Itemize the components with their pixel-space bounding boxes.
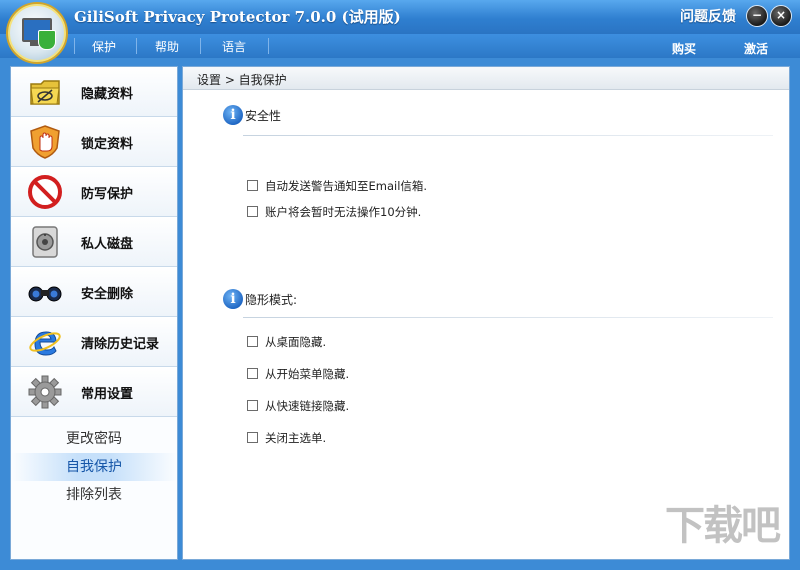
hide-folder-icon [30,80,60,105]
option-label: 关闭主选单. [265,431,327,445]
breadcrumb-bar: 设置 > 自我保护 [183,67,789,90]
option-label: 从开始菜单隐藏. [265,367,350,381]
checkbox[interactable] [247,206,258,217]
checkbox[interactable] [247,180,258,191]
shield-icon [38,30,56,50]
sub-item-self-protect[interactable]: 自我保护 [11,453,177,481]
checkbox[interactable] [247,400,258,411]
window-title: GiliSoft Privacy Protector 7.0.0 (试用版) [74,8,401,26]
sidebar: 隐藏资料 锁定资料 防写保护 私人磁盘 安全删除 清除历史记录 常用设置 更改密… [10,66,178,560]
sidebar-item-general-settings[interactable]: 常用设置 [11,367,177,417]
menu-protect[interactable]: 保护 [92,38,116,55]
sidebar-item-label: 隐藏资料 [81,87,134,102]
content-panel: 设置 > 自我保护 i 安全性 自动发送警告通知至Email信箱. 账户将会暂时… [182,66,790,560]
section-title-stealth-mode: 隐形模式: [245,293,298,307]
sidebar-item-label: 锁定资料 [81,137,134,152]
sidebar-item-label: 私人磁盘 [81,237,134,252]
checkbox[interactable] [247,432,258,443]
minimize-button[interactable]: − [746,5,768,27]
sidebar-item-label: 清除历史记录 [81,337,160,352]
menu-separator [74,38,75,54]
title-bar[interactable]: GiliSoft Privacy Protector 7.0.0 (试用版) 问… [0,0,800,34]
checkbox[interactable] [247,336,258,347]
breadcrumb: 设置 > 自我保护 [197,73,287,87]
stop-hand-icon [30,125,60,159]
option-label: 账户将会暂时无法操作10分钟. [265,205,422,219]
checkbox[interactable] [247,368,258,379]
sidebar-item-label: 常用设置 [81,387,134,402]
info-icon: i [223,105,243,125]
sidebar-item-label: 安全删除 [81,287,134,302]
feedback-link[interactable]: 问题反馈 [680,6,736,26]
buy-link[interactable]: 购买 [672,40,696,57]
sidebar-item-write-protect[interactable]: 防写保护 [11,167,177,217]
section-title-security: 安全性 [245,109,282,123]
close-button[interactable]: × [770,5,792,27]
menu-language[interactable]: 语言 [222,38,246,55]
watermark: 下载吧 [665,503,781,549]
app-logo [8,4,66,62]
menu-separator [200,38,201,54]
gear-icon [28,375,62,409]
section-divider [243,135,773,136]
menu-bar: 保护 帮助 语言 购买 激活 [0,34,800,58]
sidebar-item-private-disk[interactable]: 私人磁盘 [11,217,177,267]
safe-disk-icon [32,226,58,258]
option-label: 自动发送警告通知至Email信箱. [265,179,428,193]
sidebar-item-clear-history[interactable]: 清除历史记录 [11,317,177,367]
option-label: 从快速链接隐藏. [265,399,350,413]
activate-link[interactable]: 激活 [744,40,768,57]
sidebar-item-label: 防写保护 [81,187,134,202]
settings-sub-list: 更改密码 自我保护 排除列表 [11,417,177,509]
binoculars-icon [28,286,62,302]
sub-item-exclusion-list[interactable]: 排除列表 [11,481,177,509]
menu-help[interactable]: 帮助 [155,38,179,55]
section-divider [243,317,773,318]
info-icon: i [223,289,243,309]
sidebar-item-hide-data[interactable]: 隐藏资料 [11,67,177,117]
sub-item-change-password[interactable]: 更改密码 [11,425,177,453]
ie-browser-icon [29,331,61,356]
no-entry-icon [28,175,62,209]
menu-separator [268,38,269,54]
sidebar-item-lock-data[interactable]: 锁定资料 [11,117,177,167]
menu-separator [136,38,137,54]
option-label: 从桌面隐藏. [265,335,327,349]
sidebar-item-secure-delete[interactable]: 安全删除 [11,267,177,317]
